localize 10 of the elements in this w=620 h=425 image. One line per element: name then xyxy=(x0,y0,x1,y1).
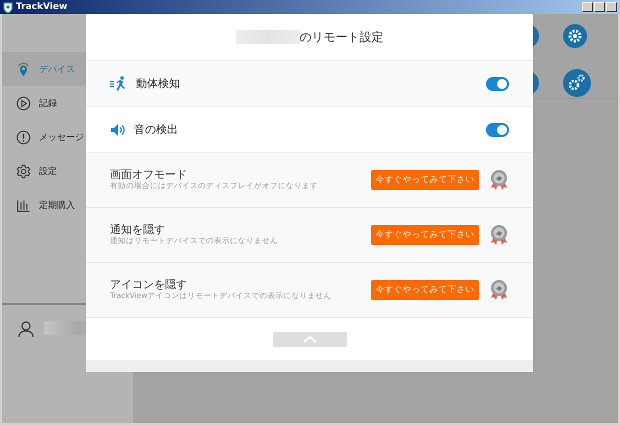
setting-label: 動体検知 xyxy=(136,76,180,91)
sidebar-item[interactable]: メッセージ xyxy=(2,120,133,154)
sidebar-item[interactable]: 定期購入 xyxy=(2,188,133,222)
feature-title: 画面オフモード xyxy=(110,169,188,181)
feature-title: アイコンを隠す xyxy=(110,279,188,291)
feature-title: 通知を隠す xyxy=(110,224,166,236)
dialog-title: のリモート設定 xyxy=(300,28,384,46)
window-title: TrackView xyxy=(16,1,68,13)
sidebar-item[interactable]: 記録 xyxy=(2,86,133,120)
setting-label: 音の検出 xyxy=(134,122,178,137)
